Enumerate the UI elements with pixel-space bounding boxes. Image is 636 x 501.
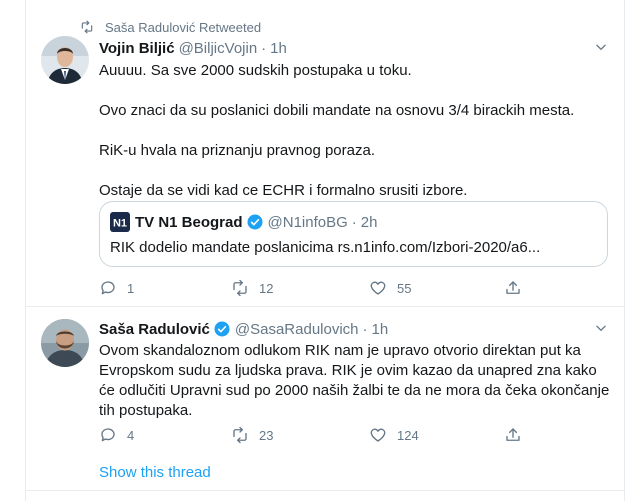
verified-icon: [214, 321, 230, 337]
like-count: 124: [397, 427, 419, 443]
avatar-image: [41, 36, 89, 84]
share-icon: [506, 428, 520, 441]
retweet-button[interactable]: 23: [231, 426, 273, 444]
author-name[interactable]: Saša Radulović: [99, 321, 210, 338]
quoted-tweet-text: RIK dodelio mandate poslanicima rs.n1inf…: [110, 239, 541, 256]
quoted-author-handle: @N1infoBG: [267, 213, 348, 231]
separator-dot: ·: [362, 320, 368, 338]
like-count: 55: [397, 280, 412, 296]
retweet-count: 12: [259, 280, 274, 296]
tweet-actions: 1 12 55: [99, 279, 539, 299]
reply-icon: [101, 281, 115, 295]
verified-icon: [247, 214, 263, 230]
retweet-context: Saša Radulović Retweeted: [80, 19, 261, 35]
timestamp[interactable]: 1h: [270, 40, 287, 57]
separator-dot: ·: [261, 39, 267, 57]
separator-dot: ·: [351, 213, 357, 231]
share-button[interactable]: [504, 426, 532, 444]
caret-down-icon[interactable]: [594, 321, 608, 335]
n1-logo-icon: N1: [110, 212, 130, 232]
retweet-icon: [233, 426, 247, 444]
n1-logo-text: N1: [113, 218, 127, 230]
author-handle[interactable]: @BiljicVojin: [179, 40, 258, 57]
reply-button[interactable]: 1: [99, 279, 134, 297]
tweet-paragraph: Ovo znaci da su poslanici dobili mandate…: [99, 102, 575, 119]
tweet-paragraph: RiK-u hvala na priznanju pravnog poraza.: [99, 142, 375, 159]
share-button[interactable]: [504, 279, 532, 297]
reply-count: 1: [127, 280, 135, 296]
tweet-text: Auuuu. Sa sve 2000 sudskih postupaka u t…: [99, 61, 614, 221]
avatar[interactable]: [41, 36, 89, 84]
avatar-image: [41, 319, 89, 367]
tweet-actions: 4 23 124: [99, 426, 539, 446]
tweet-retweeted[interactable]: Saša Radulović Retweeted Vojin Biljić @B…: [26, 0, 624, 307]
like-icon: [370, 428, 386, 442]
retweet-icon: [233, 279, 247, 297]
tweet-paragraph: Auuuu. Sa sve 2000 sudskih postupaka u t…: [99, 62, 412, 79]
reply-icon: [101, 428, 115, 442]
reply-button[interactable]: 4: [99, 426, 134, 444]
tweet-divider: [26, 490, 624, 491]
avatar[interactable]: [41, 319, 89, 367]
quoted-tweet[interactable]: N1 TV N1 Beograd @N1infoBG · 2h RIK dode…: [99, 201, 608, 267]
tweet-header: Vojin Biljić @BiljicVojin · 1h: [99, 38, 287, 58]
like-button[interactable]: 124: [369, 426, 419, 444]
retweet-icon: [81, 20, 93, 34]
quoted-tweet-header: N1 TV N1 Beograd @N1infoBG · 2h: [110, 212, 377, 232]
like-icon: [370, 281, 386, 295]
timeline: Saša Radulović Retweeted Vojin Biljić @B…: [25, 0, 625, 501]
show-thread-link[interactable]: Show this thread: [99, 464, 211, 481]
reply-count: 4: [127, 427, 135, 443]
retweet-context-text: Saša Radulović Retweeted: [105, 19, 262, 35]
tweet[interactable]: Saša Radulović @SasaRadulovich · 1h Ovom…: [26, 307, 624, 489]
retweet-count: 23: [259, 427, 274, 443]
retweet-button[interactable]: 12: [231, 279, 273, 297]
tweet-header: Saša Radulović @SasaRadulovich · 1h: [99, 319, 388, 339]
share-icon: [506, 281, 520, 294]
quoted-author-name: TV N1 Beograd: [135, 213, 243, 231]
author-handle[interactable]: @SasaRadulovich: [235, 321, 359, 338]
quoted-timestamp: 2h: [360, 213, 378, 231]
like-button[interactable]: 55: [369, 279, 411, 297]
tweet-paragraph: Ostaje da se vidi kad ce ECHR i formalno…: [99, 182, 468, 199]
timestamp[interactable]: 1h: [372, 321, 389, 338]
author-name[interactable]: Vojin Biljić: [99, 40, 175, 57]
tweet-text: Ovom skandaloznom odlukom RIK nam je upr…: [99, 342, 610, 419]
caret-down-icon[interactable]: [594, 40, 608, 54]
